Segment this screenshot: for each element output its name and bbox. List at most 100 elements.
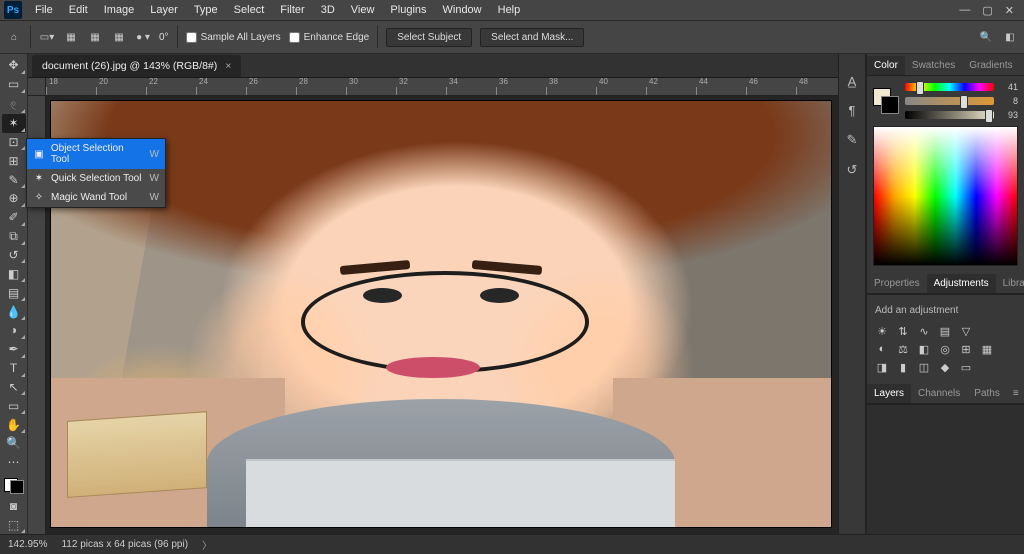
tool-history[interactable]: ↺ <box>2 246 26 265</box>
color-panel-swatches[interactable] <box>873 88 899 114</box>
tool-zoom[interactable]: 🔍 <box>2 434 26 453</box>
menu-filter[interactable]: Filter <box>273 2 311 18</box>
selection-add-icon[interactable]: ▦ <box>87 29 103 45</box>
tool-path[interactable]: ↖ <box>2 378 26 397</box>
tool-shape[interactable]: ▭ <box>2 396 26 415</box>
window-minimize-icon[interactable]: — <box>959 4 970 17</box>
tab-layers[interactable]: Layers <box>867 384 911 403</box>
adj-selcolor-icon[interactable]: ◆ <box>938 360 952 374</box>
brightness-slider[interactable]: 93 <box>905 110 1018 120</box>
document-tab[interactable]: document (26).jpg @ 143% (RGB/8#) × <box>32 55 241 77</box>
tab-adjustments[interactable]: Adjustments <box>927 274 996 293</box>
status-info-menu-icon[interactable]: 〉 <box>202 537 212 552</box>
tool-brush[interactable]: ✐ <box>2 208 26 227</box>
tool-object-selection[interactable]: ✶ <box>2 114 26 133</box>
tool-blur[interactable]: 💧 <box>2 302 26 321</box>
tab-libraries[interactable]: Libraries <box>996 274 1024 293</box>
selection-sub-icon[interactable]: ▦ <box>111 29 127 45</box>
character-panel-icon[interactable]: ¶ <box>849 103 856 118</box>
tool-preset-icon[interactable]: ▭▾ <box>39 29 55 45</box>
flyout-object-selection[interactable]: ▣ Object Selection Tool W <box>27 139 165 169</box>
tool-healing[interactable]: ⊕ <box>2 189 26 208</box>
tool-eraser[interactable]: ◧ <box>2 264 26 283</box>
tool-dodge[interactable]: ◑ <box>2 321 26 340</box>
select-subject-button[interactable]: Select Subject <box>386 28 472 47</box>
tool-clone[interactable]: ⧉ <box>2 227 26 246</box>
tool-gradient[interactable]: ▤ <box>2 283 26 302</box>
tool-pen[interactable]: ✒ <box>2 340 26 359</box>
sample-all-layers-checkbox[interactable]: Sample All Layers <box>186 32 281 43</box>
tool-move[interactable]: ✥ <box>2 56 26 75</box>
color-spectrum[interactable] <box>873 126 1018 266</box>
adj-levels-icon[interactable]: ⇅ <box>896 324 910 338</box>
adj-threshold-icon[interactable]: ◫ <box>917 360 931 374</box>
tool-frame[interactable]: ⊞ <box>2 151 26 170</box>
adj-photofilter-icon[interactable]: ◎ <box>938 342 952 356</box>
status-zoom[interactable]: 142.95% <box>8 539 47 550</box>
adj-colorbalance-icon[interactable]: ⚖ <box>896 342 910 356</box>
menu-window[interactable]: Window <box>436 2 489 18</box>
window-maximize-icon[interactable]: ▢ <box>982 4 992 17</box>
document-tab-close-icon[interactable]: × <box>225 60 231 72</box>
adj-invert-icon[interactable]: ◨ <box>875 360 889 374</box>
brushes-panel-icon[interactable]: ✎ <box>847 132 858 148</box>
flyout-magic-wand[interactable]: ✧ Magic Wand Tool W <box>27 188 165 207</box>
adj-bw-icon[interactable]: ◧ <box>917 342 931 356</box>
adj-hue-icon[interactable]: ◐ <box>875 342 889 356</box>
search-icon[interactable]: 🔍 <box>978 29 994 45</box>
tool-lasso[interactable]: 𓏲 <box>2 94 26 114</box>
adj-colorlookup-icon[interactable]: ▦ <box>980 342 994 356</box>
hue-slider[interactable]: 41 <box>905 82 1018 92</box>
menu-3d[interactable]: 3D <box>314 2 342 18</box>
menu-file[interactable]: File <box>28 2 60 18</box>
tab-paths[interactable]: Paths <box>967 384 1007 403</box>
adj-exposure-icon[interactable]: ▤ <box>938 324 952 338</box>
canvas[interactable] <box>50 100 832 528</box>
quick-selection-icon: ✶ <box>33 173 45 184</box>
menu-select[interactable]: Select <box>227 2 272 18</box>
tool-eyedropper[interactable]: ✎ <box>2 170 26 189</box>
menu-layer[interactable]: Layer <box>143 2 185 18</box>
saturation-slider[interactable]: 8 <box>905 96 1018 106</box>
tab-properties[interactable]: Properties <box>867 274 927 293</box>
tool-marquee[interactable]: ▭ <box>2 75 26 94</box>
enhance-edge-checkbox[interactable]: Enhance Edge <box>289 32 370 43</box>
menu-plugins[interactable]: Plugins <box>383 2 433 18</box>
tool-screenmode[interactable]: ⬚ <box>2 515 26 534</box>
tab-color[interactable]: Color <box>867 56 905 75</box>
menu-image[interactable]: Image <box>97 2 142 18</box>
menu-view[interactable]: View <box>344 2 382 18</box>
menu-edit[interactable]: Edit <box>62 2 95 18</box>
fg-bg-swatches[interactable] <box>2 476 26 497</box>
ruler-origin[interactable] <box>28 78 46 96</box>
adj-vibrance-icon[interactable]: ▽ <box>959 324 973 338</box>
history-panel-icon[interactable]: ↺ <box>847 162 858 178</box>
home-icon[interactable]: ⌂ <box>6 29 22 45</box>
adj-gradientmap-icon[interactable]: ▭ <box>959 360 973 374</box>
tool-type[interactable]: T <box>2 359 26 378</box>
menu-type[interactable]: Type <box>187 2 225 18</box>
layers-panel-menu-icon[interactable]: ≡ <box>1007 384 1024 403</box>
select-and-mask-button[interactable]: Select and Mask... <box>480 28 584 47</box>
menu-help[interactable]: Help <box>491 2 528 18</box>
tool-quickmask[interactable]: ◙ <box>2 496 26 515</box>
tab-gradients[interactable]: Gradients <box>962 56 1019 75</box>
tab-patterns[interactable]: Patterns <box>1020 56 1024 75</box>
tab-channels[interactable]: Channels <box>911 384 967 403</box>
flyout-quick-selection[interactable]: ✶ Quick Selection Tool W <box>27 169 165 188</box>
tab-swatches[interactable]: Swatches <box>905 56 962 75</box>
adj-posterize-icon[interactable]: ▮ <box>896 360 910 374</box>
layers-panel[interactable] <box>867 404 1024 534</box>
brush-preset-icon[interactable]: ● ▾ <box>135 29 151 45</box>
adj-channelmixer-icon[interactable]: ⊞ <box>959 342 973 356</box>
tool-hand[interactable]: ✋ <box>2 415 26 434</box>
selection-new-icon[interactable]: ▦ <box>63 29 79 45</box>
window-close-icon[interactable]: ✕ <box>1005 4 1014 17</box>
tool-edit-toolbar[interactable]: ⋯ <box>2 453 26 472</box>
ruler-horizontal[interactable]: 1820222426283032343638404244464850525456… <box>46 78 838 96</box>
adj-curves-icon[interactable]: ∿ <box>917 324 931 338</box>
glyphs-panel-icon[interactable]: A̲ <box>848 74 857 89</box>
tool-crop[interactable]: ⊡ <box>2 133 26 152</box>
workspace-icon[interactable]: ◧ <box>1002 29 1018 45</box>
adj-brightness-icon[interactable]: ☀ <box>875 324 889 338</box>
